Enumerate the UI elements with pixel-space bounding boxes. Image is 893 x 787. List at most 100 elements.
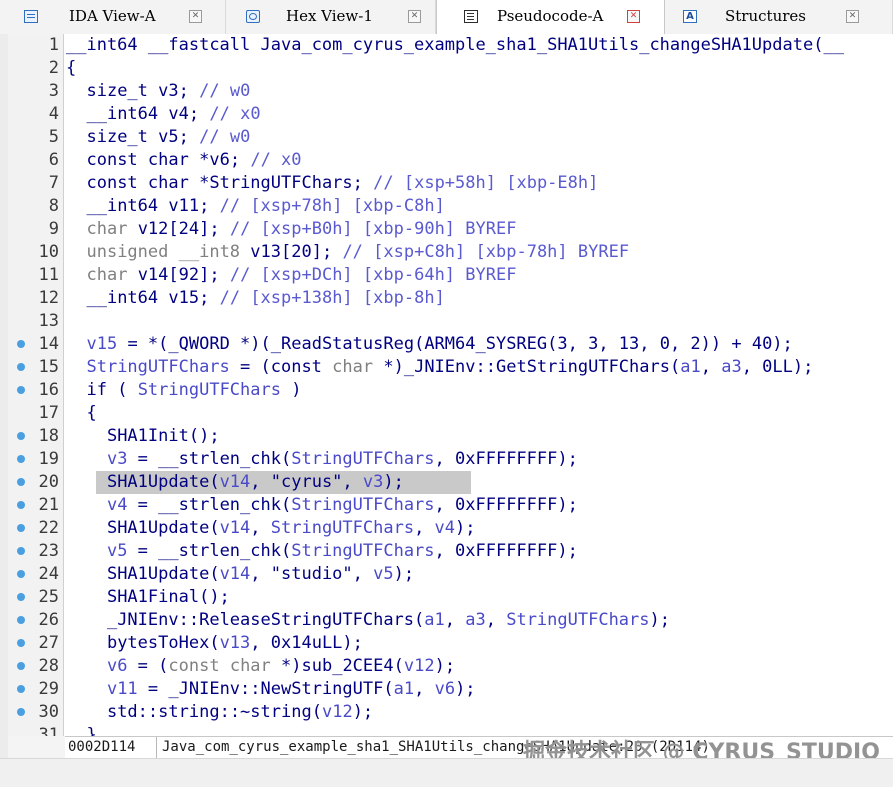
- code-text: v15 = *(_QWORD *)(_ReadStatusReg(ARM64_S…: [86, 334, 793, 354]
- code-text: __int64 v11; // [xsp+78h] [xbp-C8h]: [86, 196, 445, 216]
- pseudocode-icon: [464, 10, 478, 23]
- code-text: __int64 v15; // [xsp+138h] [xbp-8h]: [86, 288, 445, 308]
- line-number: 29: [38, 679, 59, 699]
- code-line[interactable]: 19 v3 = __strlen_chk(StringUTFChars, 0xF…: [8, 448, 893, 471]
- code-line[interactable]: 17 {: [8, 402, 893, 425]
- code-line[interactable]: 23 v5 = __strlen_chk(StringUTFChars, 0xF…: [8, 540, 893, 563]
- code-text: {: [66, 403, 97, 423]
- breakpoint-dot-icon[interactable]: [17, 501, 25, 509]
- line-number: 10: [38, 242, 59, 262]
- code-text: {: [66, 58, 77, 78]
- code-text: size_t v5; // w0: [86, 127, 251, 147]
- code-line[interactable]: 28 v6 = (const char *)sub_2CEE4(v12);: [8, 655, 893, 678]
- close-icon[interactable]: ✕: [627, 10, 640, 23]
- breakpoint-dot-icon[interactable]: [17, 478, 25, 486]
- code-line[interactable]: 7 const char *StringUTFChars; // [xsp+58…: [8, 172, 893, 195]
- line-number: 24: [38, 564, 59, 584]
- code-line[interactable]: 15 StringUTFChars = (const char *)_JNIEn…: [8, 356, 893, 379]
- code-line[interactable]: 8 __int64 v11; // [xsp+78h] [xbp-C8h]: [8, 195, 893, 218]
- code-text: const char *v6; // x0: [86, 150, 302, 170]
- code-text: __int64 v4; // x0: [86, 104, 261, 124]
- code-line[interactable]: 5 size_t v5; // w0: [8, 126, 893, 149]
- breakpoint-dot-icon[interactable]: [17, 570, 25, 578]
- code-line[interactable]: 22 SHA1Update(v14, StringUTFChars, v4);: [8, 517, 893, 540]
- code-line[interactable]: 16 if ( StringUTFChars ): [8, 379, 893, 402]
- tab-bar: IDA View-A ✕ Hex View-1 ✕ Pseudocode-A ✕…: [0, 0, 893, 35]
- breakpoint-dot-icon[interactable]: [17, 685, 25, 693]
- line-number: 21: [38, 495, 59, 515]
- line-number: 3: [48, 81, 59, 101]
- breakpoint-dot-icon[interactable]: [17, 708, 25, 716]
- line-number: 30: [38, 702, 59, 722]
- ida-view-icon: [24, 10, 38, 23]
- code-text: }: [66, 725, 97, 736]
- line-number: 5: [48, 127, 59, 147]
- code-line[interactable]: 25 SHA1Final();: [8, 586, 893, 609]
- line-number: 17: [38, 403, 59, 423]
- code-text: unsigned __int8 v13[20]; // [xsp+C8h] [x…: [86, 242, 630, 262]
- line-number: 28: [38, 656, 59, 676]
- code-line[interactable]: 21 v4 = __strlen_chk(StringUTFChars, 0xF…: [8, 494, 893, 517]
- breakpoint-dot-icon[interactable]: [17, 524, 25, 532]
- code-line[interactable]: 29 v11 = _JNIEnv::NewStringUTF(a1, v6);: [8, 678, 893, 701]
- code-line[interactable]: 1 __int64 __fastcall Java_com_cyrus_examp…: [8, 34, 893, 57]
- breakpoint-dot-icon[interactable]: [17, 662, 25, 670]
- breakpoint-dot-icon[interactable]: [17, 547, 25, 555]
- line-number: 6: [48, 150, 59, 170]
- code-line[interactable]: 20 SHA1Update(v14, "cyrus", v3);: [8, 471, 893, 494]
- close-icon[interactable]: ✕: [408, 10, 421, 23]
- structures-icon: A: [683, 10, 697, 23]
- line-number: 13: [38, 311, 59, 331]
- code-text: __int64 __fastcall Java_com_cyrus_exampl…: [66, 35, 844, 55]
- line-number: 4: [48, 104, 59, 124]
- code-line[interactable]: 6 const char *v6; // x0: [8, 149, 893, 172]
- code-text: v5 = __strlen_chk(StringUTFChars, 0xFFFF…: [106, 541, 578, 561]
- code-text: _JNIEnv::ReleaseStringUTFChars(a1, a3, S…: [106, 610, 670, 630]
- breakpoint-dot-icon[interactable]: [17, 386, 25, 394]
- pseudocode-editor[interactable]: 1 __int64 __fastcall Java_com_cyrus_examp…: [8, 34, 893, 736]
- code-line[interactable]: 10 unsigned __int8 v13[20]; // [xsp+C8h]…: [8, 241, 893, 264]
- code-line[interactable]: 14 v15 = *(_QWORD *)(_ReadStatusReg(ARM6…: [8, 333, 893, 356]
- status-corner: [8, 736, 65, 758]
- code-line[interactable]: 2{: [8, 57, 893, 80]
- code-line[interactable]: 3 size_t v3; // w0: [8, 80, 893, 103]
- code-line[interactable]: 9 char v12[24]; // [xsp+B0h] [xbp-90h] B…: [8, 218, 893, 241]
- line-number: 2: [48, 58, 59, 78]
- code-line[interactable]: 30 std::string::~string(v12);: [8, 701, 893, 724]
- code-line[interactable]: 27 bytesToHex(v13, 0x14uLL);: [8, 632, 893, 655]
- code-line[interactable]: 12 __int64 v15; // [xsp+138h] [xbp-8h]: [8, 287, 893, 310]
- code-line[interactable]: 26 _JNIEnv::ReleaseStringUTFChars(a1, a3…: [8, 609, 893, 632]
- code-text: const char *StringUTFChars; // [xsp+58h]…: [86, 173, 599, 193]
- tab-label: Pseudocode-A: [497, 7, 604, 25]
- breakpoint-dot-icon[interactable]: [17, 593, 25, 601]
- line-number: 12: [38, 288, 59, 308]
- tab-label: Structures: [725, 7, 806, 25]
- breakpoint-dot-icon[interactable]: [17, 455, 25, 463]
- tab-ida-view[interactable]: IDA View-A ✕: [0, 0, 226, 34]
- code-text: size_t v3; // w0: [86, 81, 251, 101]
- code-text: SHA1Final();: [106, 587, 230, 607]
- code-text: char v14[92]; // [xsp+DCh] [xbp-64h] BYR…: [86, 265, 517, 285]
- code-line[interactable]: 13: [8, 310, 893, 333]
- tab-hex-view[interactable]: Hex View-1 ✕: [226, 0, 436, 34]
- close-icon[interactable]: ✕: [846, 10, 859, 23]
- tab-structures[interactable]: A Structures ✕: [665, 0, 893, 34]
- breakpoint-dot-icon[interactable]: [17, 639, 25, 647]
- line-number: 15: [38, 357, 59, 377]
- breakpoint-dot-icon[interactable]: [17, 363, 25, 371]
- code-text: SHA1Update(v14, "cyrus", v3);: [106, 472, 404, 492]
- line-number: 14: [38, 334, 59, 354]
- close-icon[interactable]: ✕: [189, 10, 202, 23]
- code-line[interactable]: 18 SHA1Init();: [8, 425, 893, 448]
- line-number: 27: [38, 633, 59, 653]
- status-separator: [156, 737, 157, 759]
- code-line[interactable]: 11 char v14[92]; // [xsp+DCh] [xbp-64h] …: [8, 264, 893, 287]
- tab-pseudocode[interactable]: Pseudocode-A ✕: [436, 0, 665, 35]
- breakpoint-dot-icon[interactable]: [17, 340, 25, 348]
- code-line[interactable]: 24 SHA1Update(v14, "studio", v5);: [8, 563, 893, 586]
- code-line[interactable]: 4 __int64 v4; // x0: [8, 103, 893, 126]
- line-number: 16: [38, 380, 59, 400]
- breakpoint-dot-icon[interactable]: [17, 432, 25, 440]
- line-number: 20: [38, 472, 59, 492]
- breakpoint-dot-icon[interactable]: [17, 616, 25, 624]
